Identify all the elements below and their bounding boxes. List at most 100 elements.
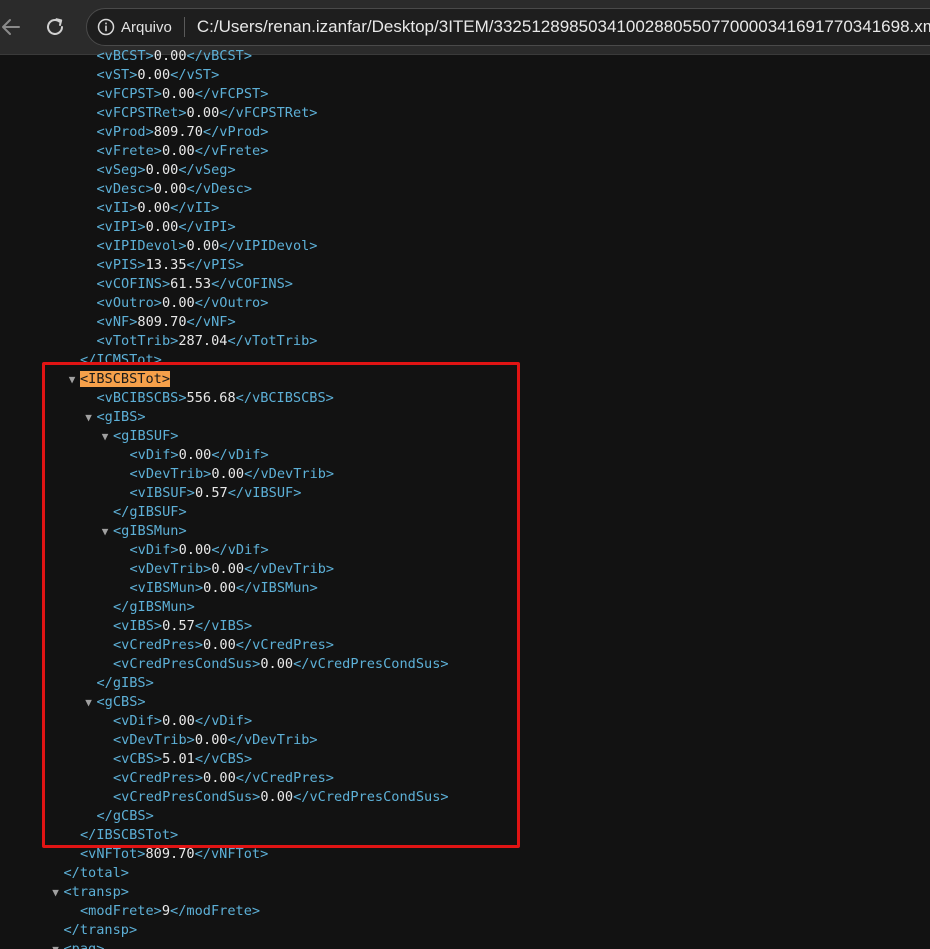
- xml-value: 0.00: [211, 466, 245, 482]
- back-button[interactable]: [0, 10, 28, 44]
- xml-close-tag: </ICMSTot>: [80, 352, 162, 368]
- xml-close-tag: </vDesc>: [186, 181, 253, 197]
- xml-close-tag: </vFCPST>: [194, 86, 269, 102]
- xml-value: 287.04: [178, 333, 228, 349]
- xml-line: <vProd>809.70</vProd>: [0, 123, 930, 142]
- xml-close-tag: </vOutro>: [194, 295, 269, 311]
- xml-open-tag: <vCBS>: [113, 751, 163, 767]
- xml-value: 0.00: [161, 143, 195, 159]
- collapse-toggle-icon[interactable]: ▼: [99, 522, 111, 541]
- xml-line: ▼ <gIBSUF>: [0, 427, 930, 446]
- xml-line: ▼ <gIBSMun>: [0, 522, 930, 541]
- collapse-toggle-icon[interactable]: ▼: [99, 427, 111, 446]
- xml-line: <vCBS>5.01</vCBS>: [0, 750, 930, 769]
- site-info-label[interactable]: Arquivo: [121, 19, 172, 36]
- collapse-toggle-icon[interactable]: ▼: [66, 370, 78, 389]
- xml-line: ▼ <IBSCBSTot>: [0, 370, 930, 389]
- xml-open-tag: <vTotTrib>: [96, 333, 179, 349]
- xml-value: 0.00: [137, 200, 171, 216]
- xml-open-tag: <vDevTrib>: [129, 561, 212, 577]
- xml-open-tag: <vSeg>: [96, 162, 146, 178]
- xml-line: <vCredPresCondSus>0.00</vCredPresCondSus…: [0, 788, 930, 807]
- xml-open-tag: <vProd>: [96, 124, 154, 140]
- xml-open-tag: <vBCST>: [96, 48, 154, 64]
- xml-value: 0.57: [194, 485, 228, 501]
- xml-line: <vBCIBSCBS>556.68</vBCIBSCBS>: [0, 389, 930, 408]
- xml-line: <vDif>0.00</vDif>: [0, 712, 930, 731]
- xml-value: 0.57: [162, 618, 195, 634]
- xml-line: <vIBSUF>0.57</vIBSUF>: [0, 484, 930, 503]
- xml-open-tag: <vIBS>: [113, 618, 163, 634]
- xml-line: </IBSCBSTot>: [0, 826, 930, 845]
- address-bar[interactable]: Arquivo C:/Users/renan.izanfar/Desktop/3…: [86, 8, 930, 46]
- xml-value: 0.00: [178, 447, 212, 463]
- xml-close-tag: </vIBSUF>: [227, 485, 302, 501]
- xml-value: 0.00: [153, 181, 187, 197]
- xml-open-tag: <vDif>: [129, 542, 179, 558]
- xml-close-tag: </vNF>: [186, 314, 236, 330]
- collapse-toggle-icon[interactable]: ▼: [83, 408, 95, 427]
- xml-open-tag: <vCOFINS>: [96, 276, 171, 292]
- xml-close-tag: </vPIS>: [186, 257, 244, 273]
- xml-line: <vIPI>0.00</vIPI>: [0, 218, 930, 237]
- xml-close-tag: </vTotTrib>: [227, 333, 318, 349]
- xml-value: 0.00: [186, 105, 220, 121]
- xml-open-tag: <vNF>: [96, 314, 138, 330]
- xml-line: <vST>0.00</vST>: [0, 66, 930, 85]
- xml-value: 61.53: [170, 276, 212, 292]
- xml-close-tag: </vIBS>: [194, 618, 253, 634]
- xml-close-tag: </vNFTot>: [194, 846, 269, 862]
- xml-line: <vFCPSTRet>0.00</vFCPSTRet>: [0, 104, 930, 123]
- xml-line: <vFCPST>0.00</vFCPST>: [0, 85, 930, 104]
- xml-close-tag: </vCredPresCondSus>: [293, 789, 449, 805]
- xml-close-tag: </total>: [63, 865, 129, 881]
- xml-line: <vDevTrib>0.00</vDevTrib>: [0, 465, 930, 484]
- xml-value: 0.00: [162, 713, 195, 729]
- xml-close-tag: </vDevTrib>: [227, 732, 318, 748]
- xml-value: 0.00: [178, 542, 212, 558]
- xml-value: 0.00: [137, 67, 171, 83]
- xml-value: 0.00: [203, 580, 236, 596]
- xml-open-tag: <vIPIDevol>: [96, 238, 187, 254]
- xml-line: </gCBS>: [0, 807, 930, 826]
- xml-close-tag: </vSeg>: [178, 162, 236, 178]
- xml-line: <vDif>0.00</vDif>: [0, 541, 930, 560]
- reload-button[interactable]: [38, 10, 72, 44]
- xml-value: 0.00: [161, 86, 195, 102]
- xml-line: <modFrete>9</modFrete>: [0, 902, 930, 921]
- xml-open-tag: <vIPI>: [96, 219, 146, 235]
- xml-open-tag: <gIBS>: [96, 409, 146, 425]
- xml-open-tag: <vII>: [96, 200, 138, 216]
- xml-open-tag: <vNFTot>: [80, 846, 146, 862]
- xml-close-tag: </vCredPres>: [235, 637, 334, 653]
- xml-line: <vCOFINS>61.53</vCOFINS>: [0, 275, 930, 294]
- xml-close-tag: </vCredPresCondSus>: [293, 656, 449, 672]
- xml-open-tag: <vCredPres>: [113, 770, 204, 786]
- collapse-toggle-icon[interactable]: ▼: [83, 693, 95, 712]
- info-icon[interactable]: [97, 18, 115, 36]
- xml-open-tag: <vCredPres>: [113, 637, 204, 653]
- xml-open-tag: <vFCPST>: [96, 86, 162, 102]
- xml-close-tag: </IBSCBSTot>: [80, 827, 179, 843]
- xml-open-tag: <vDevTrib>: [129, 466, 212, 482]
- url-text[interactable]: C:/Users/renan.izanfar/Desktop/3ITEM/332…: [197, 17, 930, 37]
- collapse-toggle-icon[interactable]: ▼: [50, 883, 62, 902]
- xml-line: ▼ <gIBS>: [0, 408, 930, 427]
- xml-value: 0.00: [186, 238, 220, 254]
- xml-open-tag: <vBCIBSCBS>: [96, 390, 187, 406]
- xml-close-tag: </modFrete>: [170, 903, 261, 919]
- address-separator: [183, 17, 185, 37]
- xml-open-tag: <gIBSUF>: [113, 428, 179, 444]
- xml-open-tag: <gCBS>: [96, 694, 146, 710]
- xml-open-tag: <vCredPresCondSus>: [113, 789, 261, 805]
- xml-close-tag: </transp>: [63, 922, 138, 938]
- collapse-toggle-icon[interactable]: ▼: [50, 940, 62, 949]
- back-arrow-icon: [2, 19, 20, 35]
- xml-close-tag: </gCBS>: [96, 808, 154, 824]
- xml-line: ▼ <gCBS>: [0, 693, 930, 712]
- xml-open-tag: <vIBSUF>: [129, 485, 195, 501]
- xml-value: 556.68: [186, 390, 236, 406]
- reload-icon: [47, 18, 63, 35]
- xml-open-tag: <vDif>: [113, 713, 163, 729]
- xml-line: </gIBSMun>: [0, 598, 930, 617]
